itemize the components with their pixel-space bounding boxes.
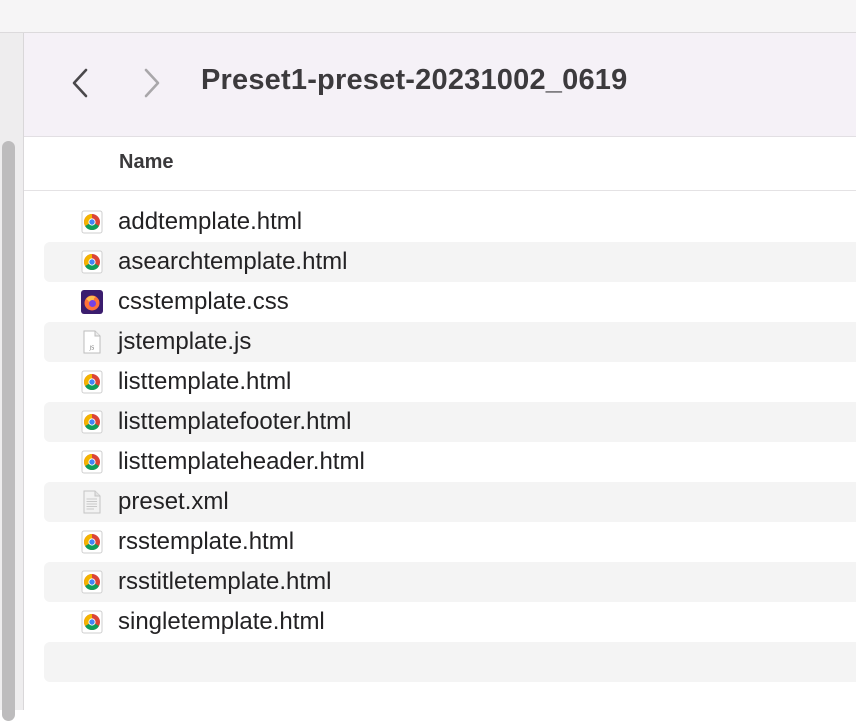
- file-name: csstemplate.css: [118, 288, 289, 315]
- chrome-html-icon: [80, 210, 104, 234]
- file-name: jstemplate.js: [118, 328, 252, 355]
- file-row[interactable]: addtemplate.html: [44, 202, 856, 242]
- file-row[interactable]: singletemplate.html: [44, 602, 856, 642]
- chevron-left-icon: [72, 68, 88, 98]
- back-button[interactable]: [62, 65, 98, 101]
- chrome-html-icon: [80, 450, 104, 474]
- chrome-html-icon: [80, 530, 104, 554]
- file-name: preset.xml: [118, 488, 229, 515]
- sidebar-edge: [0, 33, 24, 721]
- chrome-html-icon: [80, 570, 104, 594]
- file-row[interactable]: listtemplatefooter.html: [44, 402, 856, 442]
- list-column-header: Name: [24, 137, 856, 191]
- file-name: listtemplateheader.html: [118, 448, 365, 475]
- js-icon-label: JS: [89, 346, 95, 352]
- js-document-icon: JS: [80, 330, 104, 354]
- file-name: rsstemplate.html: [118, 528, 295, 555]
- file-row[interactable]: csstemplate.css: [44, 282, 856, 322]
- chrome-html-icon: [80, 410, 104, 434]
- file-row[interactable]: JS jstemplate.js: [44, 322, 856, 362]
- chrome-html-icon: [80, 250, 104, 274]
- file-name: rsstitletemplate.html: [118, 568, 332, 595]
- sidebar-scrollbar[interactable]: [2, 141, 15, 721]
- file-row[interactable]: rsstemplate.html: [44, 522, 856, 562]
- chrome-html-icon: [80, 370, 104, 394]
- window-top-strip: [0, 0, 856, 33]
- firefox-css-icon: [80, 290, 104, 314]
- file-name: asearchtemplate.html: [118, 248, 348, 275]
- folder-title: Preset1-preset-20231002_0619: [201, 64, 628, 96]
- file-name: listtemplate.html: [118, 368, 292, 395]
- chrome-html-icon: [80, 610, 104, 634]
- file-row[interactable]: preset.xml: [44, 482, 856, 522]
- xml-document-icon: [80, 490, 104, 514]
- file-name: addtemplate.html: [118, 208, 303, 235]
- file-row[interactable]: asearchtemplate.html: [44, 242, 856, 282]
- empty-list-row: [44, 642, 856, 682]
- file-name: listtemplatefooter.html: [118, 408, 352, 435]
- file-list: addtemplate.html asearchtemplate.html csst…: [44, 202, 856, 682]
- file-row[interactable]: rsstitletemplate.html: [44, 562, 856, 602]
- chevron-right-icon: [144, 68, 160, 98]
- file-row[interactable]: listtemplate.html: [44, 362, 856, 402]
- file-name: singletemplate.html: [118, 608, 325, 635]
- finder-toolbar: Preset1-preset-20231002_0619: [24, 33, 856, 137]
- forward-button[interactable]: [134, 65, 170, 101]
- file-row[interactable]: listtemplateheader.html: [44, 442, 856, 482]
- name-column-header[interactable]: Name: [119, 151, 173, 174]
